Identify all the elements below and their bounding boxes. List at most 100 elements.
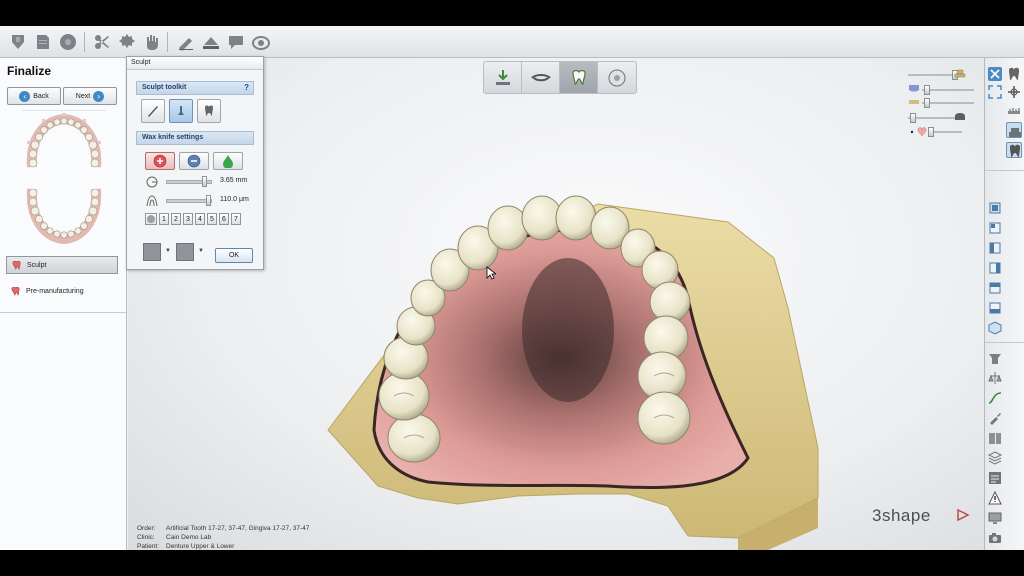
tab-import-view[interactable] bbox=[484, 62, 522, 93]
level-auto-button[interactable] bbox=[145, 213, 157, 225]
gingiva-lower-icon bbox=[909, 85, 919, 92]
heart-gingiva-icon bbox=[910, 127, 927, 137]
morph-tool-button[interactable] bbox=[197, 99, 221, 123]
level-1-button[interactable]: 1 bbox=[159, 213, 169, 225]
info-panel-icon[interactable] bbox=[987, 470, 1003, 486]
document-icon[interactable] bbox=[33, 32, 53, 52]
close-view-icon[interactable] bbox=[987, 66, 1003, 82]
thickness-arch-icon bbox=[146, 195, 158, 207]
wax-knife-tool-button[interactable] bbox=[141, 99, 165, 123]
tab-arch-view[interactable] bbox=[522, 62, 560, 93]
dental-designer-window: Finalize ‹ Back Next › Sculpt Pre-manufa… bbox=[0, 26, 1024, 550]
next-button[interactable]: Next › bbox=[63, 87, 117, 105]
gingiva-toggle-icon[interactable] bbox=[1006, 142, 1022, 158]
annotation-icon[interactable] bbox=[226, 32, 246, 52]
wax-knife-settings-header: Wax knife settings bbox=[136, 131, 254, 145]
view-bottom-icon[interactable] bbox=[987, 300, 1003, 316]
knife-icon bbox=[148, 106, 158, 117]
thickness-slider-knob[interactable] bbox=[206, 195, 211, 206]
view-top-icon[interactable] bbox=[987, 280, 1003, 296]
thickness-value: 110.0 µm bbox=[220, 196, 249, 203]
level-7-button[interactable]: 7 bbox=[231, 213, 241, 225]
tooth-morph-icon bbox=[205, 105, 213, 116]
size-slider-knob[interactable] bbox=[202, 176, 207, 187]
remove-icon bbox=[187, 154, 201, 168]
opacity-slider-teeth[interactable] bbox=[922, 98, 982, 108]
view-left-icon[interactable] bbox=[987, 240, 1003, 256]
level-3-button[interactable]: 3 bbox=[183, 213, 193, 225]
ruler-icon[interactable] bbox=[1006, 102, 1022, 118]
level-6-button[interactable]: 6 bbox=[219, 213, 229, 225]
sculpt-dialog-title[interactable]: Sculpt bbox=[127, 57, 263, 70]
page-title: Finalize bbox=[7, 64, 52, 78]
warning-icon[interactable] bbox=[987, 490, 1003, 506]
view-iso-icon[interactable] bbox=[987, 320, 1003, 336]
color-swatch-secondary[interactable] bbox=[176, 243, 194, 261]
layers-tool-icon[interactable] bbox=[987, 450, 1003, 466]
back-label: Back bbox=[33, 92, 49, 100]
teeth-icon bbox=[909, 100, 919, 104]
step-sculpt[interactable]: Sculpt bbox=[6, 256, 118, 274]
opacity-slider-gingiva[interactable] bbox=[928, 127, 984, 137]
curve-tool-icon[interactable] bbox=[987, 390, 1003, 406]
brush-tool-icon[interactable] bbox=[987, 410, 1003, 426]
remove-material-button[interactable] bbox=[179, 152, 209, 170]
toolbar-separator bbox=[985, 342, 1024, 343]
camera-icon[interactable] bbox=[987, 530, 1003, 546]
tab-manufacture-view[interactable] bbox=[598, 62, 636, 93]
view-back-icon[interactable] bbox=[987, 220, 1003, 236]
chevron-down-icon[interactable]: ▼ bbox=[198, 248, 204, 254]
view-right-icon[interactable] bbox=[987, 260, 1003, 276]
view-mode-tabs bbox=[483, 61, 637, 94]
import-scan-icon[interactable] bbox=[8, 32, 28, 52]
model-toggle-icon[interactable] bbox=[1006, 122, 1022, 138]
chevron-down-icon[interactable]: ▼ bbox=[165, 248, 171, 254]
size-setting-row: 3.65 mm bbox=[144, 175, 256, 189]
tab-sculpt-view[interactable] bbox=[560, 62, 598, 93]
tooth-view-icon[interactable] bbox=[1006, 66, 1022, 82]
fit-view-icon[interactable] bbox=[987, 84, 1003, 100]
add-material-button[interactable] bbox=[145, 152, 175, 170]
clip-plane-icon[interactable] bbox=[201, 32, 221, 52]
help-icon[interactable]: ? bbox=[244, 83, 249, 92]
tool-hand-icon[interactable] bbox=[142, 32, 162, 52]
workflow-panel: Finalize ‹ Back Next › Sculpt Pre-manufa… bbox=[0, 58, 127, 550]
thickness-setting-row: 110.0 µm bbox=[144, 194, 256, 208]
level-4-button[interactable]: 4 bbox=[195, 213, 205, 225]
chevron-right-icon: › bbox=[93, 90, 105, 102]
letterbox-top bbox=[0, 0, 1024, 26]
tool-scissors-icon[interactable] bbox=[92, 32, 112, 52]
ok-button[interactable]: OK bbox=[215, 248, 253, 263]
settings-disc-icon[interactable] bbox=[58, 32, 78, 52]
scale-tool-icon[interactable] bbox=[987, 370, 1003, 386]
back-button[interactable]: ‹ Back bbox=[7, 87, 61, 105]
smooth-material-button[interactable] bbox=[213, 152, 243, 170]
patient-info: Patient: Denture Upper & Lower bbox=[137, 543, 235, 550]
drop-icon bbox=[223, 155, 233, 168]
section-view-icon[interactable] bbox=[1006, 84, 1022, 100]
add-icon bbox=[153, 154, 167, 168]
toolbar-separator bbox=[84, 32, 85, 52]
letterbox-bottom bbox=[0, 550, 1024, 576]
step-pre-manufacturing[interactable]: Pre-manufacturing bbox=[6, 282, 118, 300]
step-sculpt-label: Sculpt bbox=[27, 261, 47, 269]
next-label: Next bbox=[75, 92, 91, 100]
crown-tool-icon[interactable] bbox=[987, 350, 1003, 366]
level-5-button[interactable]: 5 bbox=[207, 213, 217, 225]
level-2-button[interactable]: 2 bbox=[171, 213, 181, 225]
monitor-icon[interactable] bbox=[987, 510, 1003, 526]
view-front-icon[interactable] bbox=[987, 200, 1003, 216]
brand-logo: 3shape bbox=[872, 506, 931, 525]
size-value: 3.65 mm bbox=[220, 177, 248, 184]
dental-arch-thumbnail[interactable] bbox=[22, 110, 106, 250]
book-tool-icon[interactable] bbox=[987, 430, 1003, 446]
right-toolbar bbox=[984, 58, 1024, 550]
tool-gear-icon[interactable] bbox=[117, 32, 137, 52]
upper-arch-icon bbox=[26, 113, 102, 168]
color-swatch-primary[interactable] bbox=[143, 243, 161, 261]
smooth-tool-button[interactable] bbox=[169, 99, 193, 123]
snapshot-icon[interactable] bbox=[251, 32, 271, 52]
measure-tool-icon[interactable] bbox=[176, 32, 196, 52]
sculpt-toolkit-label: Sculpt toolkit bbox=[142, 84, 187, 91]
opacity-slider-gingiva-lower[interactable] bbox=[922, 85, 982, 95]
